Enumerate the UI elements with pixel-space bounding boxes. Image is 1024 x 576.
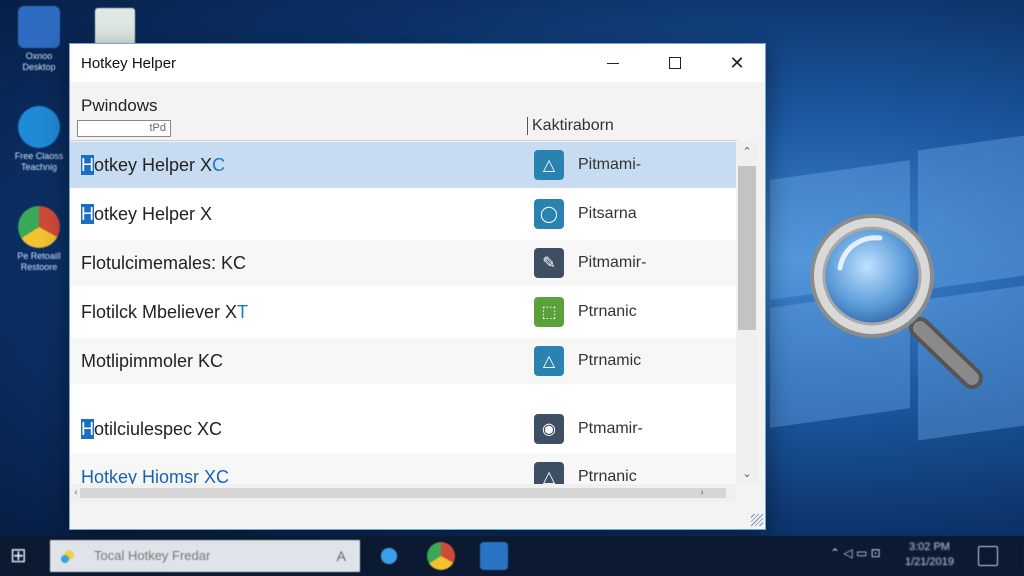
- minimize-button[interactable]: [582, 44, 644, 82]
- scroll-thumb-horizontal[interactable]: [80, 488, 726, 498]
- app-type-icon: ✎: [534, 248, 564, 278]
- app-type-icon: △: [534, 150, 564, 180]
- app-type-icon: ⬚: [534, 297, 564, 327]
- item-name: Flotulcimemales: KC: [81, 252, 247, 273]
- resize-grip-icon[interactable]: [751, 514, 763, 526]
- list-item[interactable]: Hotkey Helper X ◯ Pitsarna: [70, 191, 736, 237]
- start-button[interactable]: ⊞: [10, 544, 34, 568]
- title-bar[interactable]: Hotkey Helper ✕: [70, 44, 765, 82]
- item-name: Flotilck Mbeliever XT: [81, 301, 249, 322]
- notifications-icon[interactable]: [978, 546, 998, 566]
- item-name: Motlipimmoler KC: [81, 350, 224, 371]
- item-name: Hotkey Hiomsr XC: [81, 466, 230, 485]
- magnifier-icon: [810, 214, 983, 389]
- list-item[interactable]: Motlipimmoler KC △ Ptrnamic: [70, 338, 736, 384]
- scroll-down-icon[interactable]: ⌄: [736, 464, 758, 484]
- item-type: Pitmami-: [578, 156, 642, 173]
- item-type: Ptrnanic: [578, 303, 637, 320]
- edge-taskbar-icon[interactable]: [375, 542, 403, 570]
- filter-input[interactable]: tPd: [77, 120, 171, 137]
- item-type: Ptrnanic: [578, 468, 637, 484]
- chrome-icon: [18, 206, 60, 248]
- scroll-thumb[interactable]: [738, 166, 756, 330]
- list-item[interactable]: Hotkey Hiomsr XC △ Ptrnanic: [70, 454, 736, 484]
- search-placeholder: Tocal Hotkey Fredar: [94, 548, 211, 563]
- close-button[interactable]: ✕: [706, 44, 768, 82]
- header-divider: [70, 140, 737, 141]
- user-folder-icon: [18, 6, 60, 48]
- hotkey-list: Hotkey Helper XC △ Pitmami- Hotkey Helpe…: [70, 142, 736, 484]
- item-type: Pitmamir-: [578, 254, 647, 271]
- store-taskbar-icon[interactable]: [480, 542, 508, 570]
- close-icon: ✕: [729, 52, 745, 73]
- desktop-icon-2[interactable]: Free Claoss Teachnig: [12, 106, 66, 173]
- list-item[interactable]: Flotulcimemales: KC ✎ Pitmamir-: [70, 240, 736, 286]
- app-type-icon: ◉: [534, 414, 564, 444]
- taskbar-search[interactable]: Tocal Hotkey Fredar A: [50, 540, 360, 572]
- app-type-icon: △: [534, 462, 564, 484]
- list-item[interactable]: Hotilciulespec XC ◉ Ptmamir-: [70, 406, 736, 452]
- maximize-button[interactable]: [644, 44, 706, 82]
- item-type: Ptmamir-: [578, 420, 643, 437]
- item-name: Hotilciulespec XC: [81, 418, 223, 439]
- hotkey-helper-window: Hotkey Helper ✕ Pwindows tPd Kaktiraborn…: [69, 43, 766, 530]
- scroll-up-icon[interactable]: ⌃: [736, 142, 758, 162]
- horizontal-scrollbar[interactable]: ‹ ›: [70, 484, 736, 502]
- maximize-icon: [669, 57, 681, 69]
- clock[interactable]: 3:02 PM 1/21/2019: [905, 540, 954, 570]
- clock-time: 3:02 PM: [908, 541, 950, 553]
- system-tray-icons[interactable]: ⌃ ◁ ▭ ⊡: [830, 546, 881, 560]
- item-type: Ptrnamic: [578, 352, 642, 369]
- list-item[interactable]: Hotkey Helper XC △ Pitmami-: [70, 142, 736, 188]
- vertical-scrollbar[interactable]: ⌃ ⌄: [736, 142, 758, 484]
- clock-date: 1/21/2019: [905, 556, 954, 568]
- microphone-icon[interactable]: A: [337, 540, 346, 572]
- app-type-icon: △: [534, 346, 564, 376]
- desktop-icon-1[interactable]: Oxnoo Desktop: [12, 6, 66, 73]
- window-title: Hotkey Helper: [81, 54, 177, 72]
- column-header-type[interactable]: Kaktiraborn: [527, 117, 614, 135]
- document-icon[interactable]: [95, 8, 135, 48]
- edge-icon: [18, 106, 60, 148]
- minimize-icon: [607, 62, 619, 64]
- scroll-right-icon[interactable]: ›: [696, 484, 708, 502]
- list-item[interactable]: Flotilck Mbeliever XT ⬚ Ptrnanic: [70, 289, 736, 335]
- section-label: Pwindows: [81, 96, 158, 115]
- item-name: Hotkey Helper X: [81, 203, 213, 224]
- app-type-icon: ◯: [534, 199, 564, 229]
- status-bar: [70, 502, 765, 528]
- taskbar: ⊞ Tocal Hotkey Fredar A ⌃ ◁ ▭ ⊡ 3:02 PM …: [0, 536, 1024, 576]
- item-name: Hotkey Helper XC: [81, 154, 226, 175]
- search-icon: [61, 550, 74, 563]
- desktop-icon-3[interactable]: Pe Retoaill Restoore: [12, 206, 66, 273]
- chrome-taskbar-icon[interactable]: [427, 542, 455, 570]
- item-type: Pitsarna: [578, 205, 637, 222]
